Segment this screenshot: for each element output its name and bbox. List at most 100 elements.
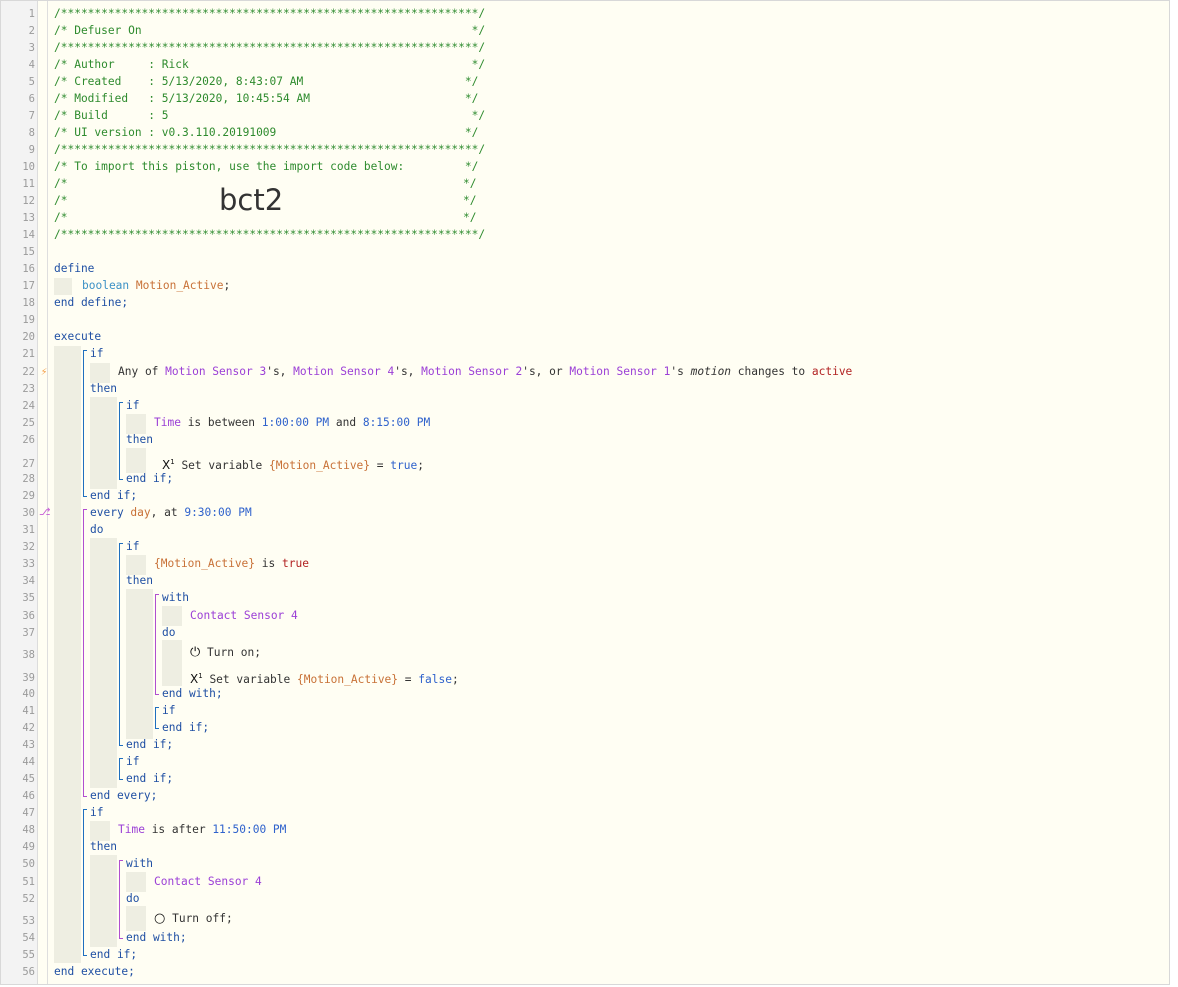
end-if: end if;: [126, 472, 174, 485]
set-variable-false[interactable]: X1 Set variable {Motion_Active} = false;: [190, 669, 1169, 687]
end-execute: end execute;: [54, 965, 135, 978]
bracket-hook: [83, 350, 87, 351]
line-number: 46: [22, 790, 35, 802]
line-number: 56: [22, 966, 35, 978]
header-build: /* Build : 5 */: [54, 109, 486, 122]
if-block-line: [83, 350, 84, 497]
bracket-hook: [119, 745, 123, 746]
line-number: 34: [22, 575, 35, 587]
if-keyword[interactable]: if: [162, 704, 1169, 718]
timer-branch-icon: ⎇: [39, 507, 51, 518]
line-number: 25: [22, 417, 35, 429]
indent-shade: [90, 538, 117, 788]
variable-x-icon: X1: [190, 672, 203, 686]
with-keyword[interactable]: with: [126, 857, 1169, 871]
lightning-bolt-icon: ⚡: [40, 365, 48, 378]
indent-shade: [90, 397, 117, 489]
every-block-line: [83, 509, 84, 797]
line-number: 4: [28, 59, 35, 71]
header-border: /***************************************…: [54, 228, 486, 241]
if-keyword[interactable]: if: [126, 755, 1169, 769]
line-number: 37: [22, 627, 35, 639]
line-number: 54: [22, 932, 35, 944]
variable-is-true-condition[interactable]: {Motion_Active} is true: [154, 557, 1169, 571]
device-contact-sensor-4[interactable]: Contact Sensor 4: [154, 875, 1169, 889]
device-motion-sensor-2: Motion Sensor 2: [421, 365, 523, 378]
bracket-hook: [155, 594, 159, 595]
line-number: 6: [28, 93, 35, 105]
line-number: 5: [28, 76, 35, 88]
then-keyword: then: [90, 840, 117, 853]
line-number: 44: [22, 756, 35, 768]
header-modified: /* Modified : 5/13/2020, 10:45:54 AM */: [54, 92, 479, 105]
execute-keyword[interactable]: execute: [54, 330, 1169, 344]
line-number: 20: [22, 331, 35, 343]
time-between-condition[interactable]: Time is between 1:00:00 PM and 8:15:00 P…: [154, 416, 1169, 430]
set-variable-true[interactable]: X1 Set variable {Motion_Active} = true;: [162, 455, 1169, 473]
with-keyword[interactable]: with: [162, 591, 1169, 605]
line-number: 24: [22, 400, 35, 412]
turn-off-command[interactable]: ○ Turn off;: [154, 912, 1169, 926]
power-off-icon: ○: [154, 911, 166, 926]
end-with: end with;: [126, 931, 187, 944]
device-motion-sensor-3: Motion Sensor 3: [165, 365, 267, 378]
indent-shade: [54, 346, 81, 963]
line-number: 15: [22, 246, 35, 258]
line-number: 9: [28, 144, 35, 156]
end-if: end if;: [126, 738, 174, 751]
indent-shade: [126, 906, 146, 931]
line-number: 18: [22, 297, 35, 309]
line-number: 45: [22, 773, 35, 785]
line-number: 10: [22, 161, 35, 173]
header-border: /***************************************…: [54, 7, 486, 20]
end-if: end if;: [90, 948, 138, 961]
line-number: 30: [22, 507, 35, 519]
device-motion-sensor-1: Motion Sensor 1: [569, 365, 671, 378]
variable-declaration[interactable]: boolean Motion_Active;: [82, 279, 1169, 293]
do-keyword: do: [162, 626, 176, 639]
line-number: 7: [28, 110, 35, 122]
header-ui-version: /* UI version : v0.3.110.20191009 */: [54, 126, 479, 139]
indent-shade: [126, 414, 146, 434]
if-block-line: [119, 758, 120, 780]
line-number: 35: [22, 592, 35, 604]
device-contact-sensor-4[interactable]: Contact Sensor 4: [190, 609, 1169, 623]
bracket-hook: [83, 955, 87, 956]
line-number: 21: [22, 348, 35, 360]
header-author: /* Author : Rick */: [54, 58, 486, 71]
line-number: 12: [22, 195, 35, 207]
indent-shade: [90, 855, 117, 947]
piston-editor: 1 2 3 4 5 6 7 8 9 10 11 12 13 14 15 16 17 18 19 20 21 22 23 24 2…: [0, 0, 1170, 985]
line-number: 27: [22, 458, 35, 470]
line-number: 26: [22, 434, 35, 446]
indent-shade: [90, 363, 110, 383]
end-with: end with;: [162, 687, 223, 700]
gutter-separator: [47, 1, 48, 984]
line-number: 17: [22, 280, 35, 292]
if-keyword[interactable]: if: [90, 806, 1169, 820]
line-number: 42: [22, 722, 35, 734]
if-block-line: [119, 402, 120, 480]
indent-shade: [126, 448, 146, 473]
every-statement[interactable]: every day, at 9:30:00 PM: [90, 506, 1169, 520]
end-every: end every;: [90, 789, 158, 802]
line-number: 51: [22, 876, 35, 888]
bracket-hook: [83, 509, 87, 510]
turn-on-command[interactable]: ⏻ Turn on;: [190, 646, 1169, 660]
if-keyword[interactable]: if: [90, 347, 1169, 361]
line-number: 38: [22, 649, 35, 661]
line-number: 19: [22, 314, 35, 326]
bracket-hook: [155, 728, 159, 729]
time-after-condition[interactable]: Time is after 11:50:00 PM: [118, 823, 1169, 837]
if-keyword[interactable]: if: [126, 399, 1169, 413]
trigger-condition[interactable]: Any of Motion Sensor 3's, Motion Sensor …: [118, 365, 1169, 379]
line-number: 53: [22, 915, 35, 927]
line-number: 23: [22, 383, 35, 395]
define-keyword[interactable]: define: [54, 262, 1169, 276]
end-define: end define;: [54, 296, 129, 309]
if-keyword[interactable]: if: [126, 540, 1169, 554]
if-block-line: [119, 543, 120, 746]
bracket-hook: [83, 809, 87, 810]
line-number: 55: [22, 949, 35, 961]
bracket-hook: [155, 707, 159, 708]
